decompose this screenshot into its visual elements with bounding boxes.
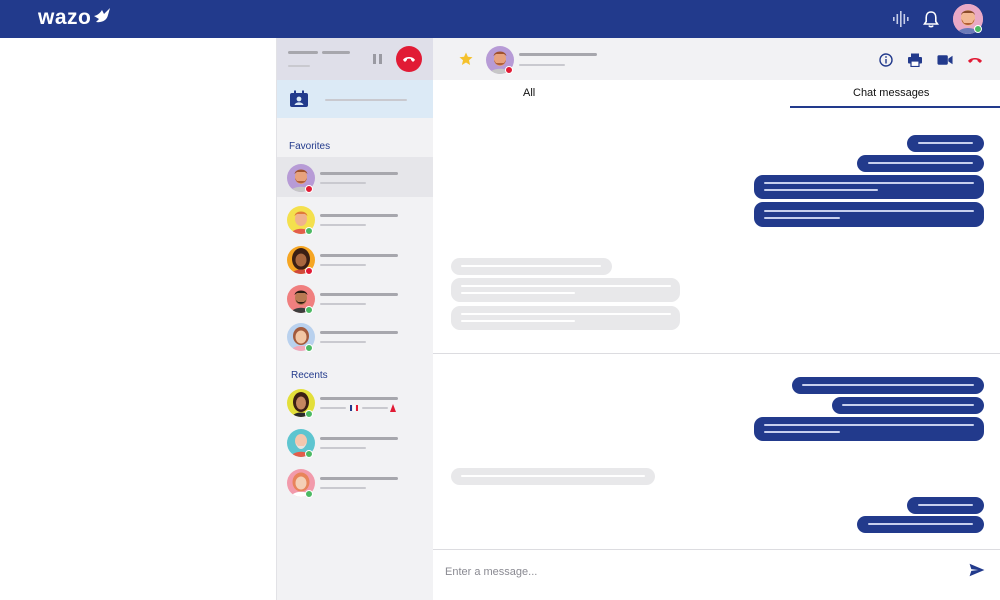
outgoing-message-bubble[interactable] <box>857 516 984 533</box>
contact-name-placeholder <box>320 331 398 334</box>
contact-subtitle-placeholder <box>320 341 366 343</box>
outgoing-message-bubble[interactable] <box>754 175 984 199</box>
star-icon[interactable] <box>459 52 473 66</box>
outgoing-message-bubble[interactable] <box>754 417 984 441</box>
hangup-icon[interactable] <box>967 52 983 68</box>
pause-icon[interactable] <box>373 54 383 64</box>
conversation-divider <box>433 353 1000 354</box>
tab-all[interactable]: All <box>523 87 535 99</box>
call-duration-placeholder <box>362 407 388 409</box>
active-tab-underline <box>790 106 1000 108</box>
contact-card-placeholder <box>325 99 407 101</box>
chat-contact-subtitle-placeholder <box>519 64 565 66</box>
active-call-bar[interactable] <box>277 38 434 80</box>
contact-name-placeholder <box>320 397 398 400</box>
recent-contact-row[interactable] <box>277 463 434 503</box>
outgoing-message-bubble[interactable] <box>857 155 984 172</box>
main-empty-pane <box>0 38 276 600</box>
outgoing-message-bubble[interactable] <box>907 497 984 514</box>
call-duration-placeholder <box>288 65 310 67</box>
status-online-dot <box>305 227 313 235</box>
status-online-dot <box>305 450 313 458</box>
incoming-message-bubble[interactable] <box>451 306 680 330</box>
status-online-dot <box>305 410 313 418</box>
contact-name-placeholder <box>320 437 398 440</box>
favorite-contact-row[interactable] <box>277 157 434 197</box>
video-camera-icon[interactable] <box>937 52 953 68</box>
contact-card-row[interactable] <box>277 80 434 118</box>
incoming-message-bubble[interactable] <box>451 278 680 302</box>
send-icon[interactable] <box>969 562 985 578</box>
status-online-dot <box>305 344 313 352</box>
call-direction-icon <box>350 405 358 411</box>
contact-name-placeholder <box>320 477 398 480</box>
chat-contact-name-placeholder <box>519 53 597 56</box>
recents-title: Recents <box>291 370 328 381</box>
caller-name-placeholder <box>322 51 350 54</box>
chat-area: All Chat messages <box>433 38 1000 600</box>
contact-subtitle-placeholder <box>320 303 366 305</box>
contacts-panel: Favorites Recents <box>276 38 434 600</box>
favorite-contact-row[interactable] <box>277 240 434 280</box>
favorite-contact-row[interactable] <box>277 279 434 319</box>
outgoing-message-bubble[interactable] <box>754 202 984 227</box>
contact-subtitle-placeholder <box>320 224 366 226</box>
hangup-icon <box>403 57 415 62</box>
status-busy-dot <box>305 185 313 193</box>
caller-name-placeholder <box>288 51 318 54</box>
incoming-message-bubble[interactable] <box>451 468 655 485</box>
bell-icon[interactable] <box>921 9 941 29</box>
wazo-logo[interactable]: wazo <box>38 6 91 30</box>
contact-subtitle-placeholder <box>320 182 366 184</box>
info-icon[interactable] <box>878 52 894 68</box>
recent-contact-row[interactable] <box>277 423 434 463</box>
contact-card-icon <box>290 90 308 107</box>
call-time-placeholder <box>320 407 346 409</box>
contact-name-placeholder <box>320 172 398 175</box>
tab-chat-messages[interactable]: Chat messages <box>853 87 929 99</box>
favorites-title: Favorites <box>289 141 331 152</box>
status-busy-dot <box>305 267 313 275</box>
recent-contact-row[interactable] <box>277 383 434 423</box>
favorite-contact-row[interactable] <box>277 317 434 357</box>
printer-icon[interactable] <box>907 52 923 68</box>
hangup-button[interactable] <box>396 46 422 72</box>
contact-name-placeholder <box>320 293 398 296</box>
message-composer <box>433 549 1000 600</box>
chat-tabs: All Chat messages <box>433 80 1000 108</box>
status-busy-dot <box>505 66 513 74</box>
outgoing-message-bubble[interactable] <box>832 397 984 414</box>
missed-call-icon <box>390 404 396 412</box>
status-online-dot <box>305 306 313 314</box>
contact-subtitle-placeholder <box>320 487 366 489</box>
contact-name-placeholder <box>320 254 398 257</box>
favorite-contact-row[interactable] <box>277 200 434 240</box>
status-online-dot <box>305 490 313 498</box>
voicemail-waveform-icon[interactable] <box>891 9 911 29</box>
contact-name-placeholder <box>320 214 398 217</box>
contact-subtitle-placeholder <box>320 264 366 266</box>
chat-header <box>433 38 1000 80</box>
outgoing-message-bubble[interactable] <box>907 135 984 152</box>
message-input[interactable] <box>445 560 945 584</box>
bird-logo-icon <box>94 8 110 23</box>
contact-subtitle-placeholder <box>320 447 366 449</box>
top-navigation-bar: wazo <box>0 0 1000 38</box>
incoming-message-bubble[interactable] <box>451 258 612 275</box>
outgoing-message-bubble[interactable] <box>792 377 984 394</box>
user-status-online-dot <box>974 25 982 33</box>
